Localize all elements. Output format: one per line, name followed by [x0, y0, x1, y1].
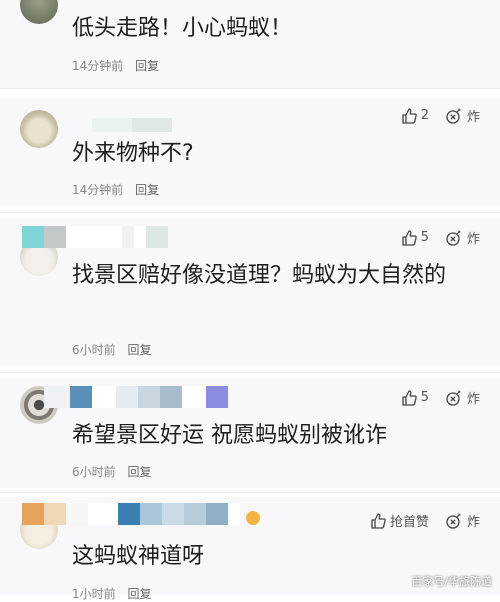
bomb-button[interactable]: 炸 — [445, 106, 480, 125]
comment-time: 14分钟前 — [72, 59, 124, 73]
username-mosaic — [22, 503, 240, 525]
comment-meta: 14分钟前 回复 — [72, 181, 159, 198]
like-count: 5 — [420, 390, 429, 405]
like-button[interactable]: 5 — [401, 389, 429, 406]
divider — [0, 212, 500, 213]
badge-icon — [246, 511, 260, 525]
comment-0: 低头走路！小心蚂蚁！ 14分钟前 回复 — [0, 0, 500, 88]
reply-button[interactable]: 回复 — [135, 183, 159, 197]
username-mosaic — [44, 386, 228, 408]
comment-actions: 5 炸 — [401, 388, 480, 407]
bomb-label: 炸 — [466, 392, 480, 407]
bomb-label: 炸 — [466, 110, 480, 125]
watermark: 百家号/华旅陈道 — [411, 575, 492, 588]
bomb-icon — [446, 230, 461, 246]
comment-meta: 1小时前 回复 — [72, 585, 151, 602]
thumbs-up-icon — [402, 389, 417, 406]
comment-text: 找景区赔好像没道理？蚂蚁为大自然的 — [72, 263, 447, 288]
like-button[interactable]: 抢首赞 — [370, 511, 429, 530]
comment-text: 希望景区好运 祝愿蚂蚁别被讹诈 — [72, 423, 387, 448]
comment-meta: 14分钟前 回复 — [72, 57, 159, 74]
comment-text: 这蚂蚁神道呀 — [72, 544, 205, 569]
username-mosaic — [22, 226, 168, 248]
reply-button[interactable]: 回复 — [127, 587, 151, 601]
thumbs-up-icon — [371, 512, 386, 529]
divider — [0, 372, 500, 373]
comment-3: 5 炸 希望景区好运 祝愿蚂蚁别被讹诈 6小时前 回复 — [0, 378, 500, 488]
comment-text: 外来物种不? — [72, 141, 194, 166]
bomb-icon — [446, 390, 461, 406]
comment-actions: 5 炸 — [401, 228, 480, 247]
username-mosaic — [92, 118, 172, 132]
bomb-label: 炸 — [466, 232, 480, 247]
comment-2: 5 炸 找景区赔好像没道理？蚂蚁为大自然的 6小时前 回复 — [0, 218, 500, 366]
comment-meta: 6小时前 回复 — [72, 463, 151, 480]
comment-time: 14分钟前 — [72, 183, 124, 197]
avatar[interactable] — [20, 0, 58, 24]
bomb-icon — [446, 108, 461, 124]
thumbs-up-icon — [402, 107, 417, 124]
comment-1: 2 炸 外来物种不? 14分钟前 回复 — [0, 98, 500, 206]
comment-time: 1小时前 — [72, 587, 116, 601]
like-button[interactable]: 2 — [401, 107, 429, 124]
comment-text: 低头走路！小心蚂蚁！ — [72, 16, 293, 41]
thumbs-up-icon — [402, 229, 417, 246]
bomb-button[interactable]: 炸 — [445, 511, 480, 530]
reply-button[interactable]: 回复 — [127, 343, 151, 357]
like-count: 抢首赞 — [389, 515, 429, 530]
comment-actions: 2 炸 — [401, 106, 480, 125]
comment-time: 6小时前 — [72, 343, 116, 357]
comment-actions: 抢首赞 炸 — [370, 511, 480, 530]
bomb-button[interactable]: 炸 — [445, 388, 480, 407]
divider — [0, 492, 500, 493]
reply-button[interactable]: 回复 — [135, 59, 159, 73]
bomb-label: 炸 — [466, 515, 480, 530]
reply-button[interactable]: 回复 — [127, 465, 151, 479]
divider — [0, 88, 500, 89]
avatar[interactable] — [20, 110, 58, 148]
like-button[interactable]: 5 — [401, 229, 429, 246]
comment-meta: 6小时前 回复 — [72, 341, 151, 358]
like-count: 5 — [420, 230, 429, 245]
comment-time: 6小时前 — [72, 465, 116, 479]
bomb-button[interactable]: 炸 — [445, 228, 480, 247]
bomb-icon — [446, 513, 461, 529]
like-count: 2 — [420, 108, 429, 123]
